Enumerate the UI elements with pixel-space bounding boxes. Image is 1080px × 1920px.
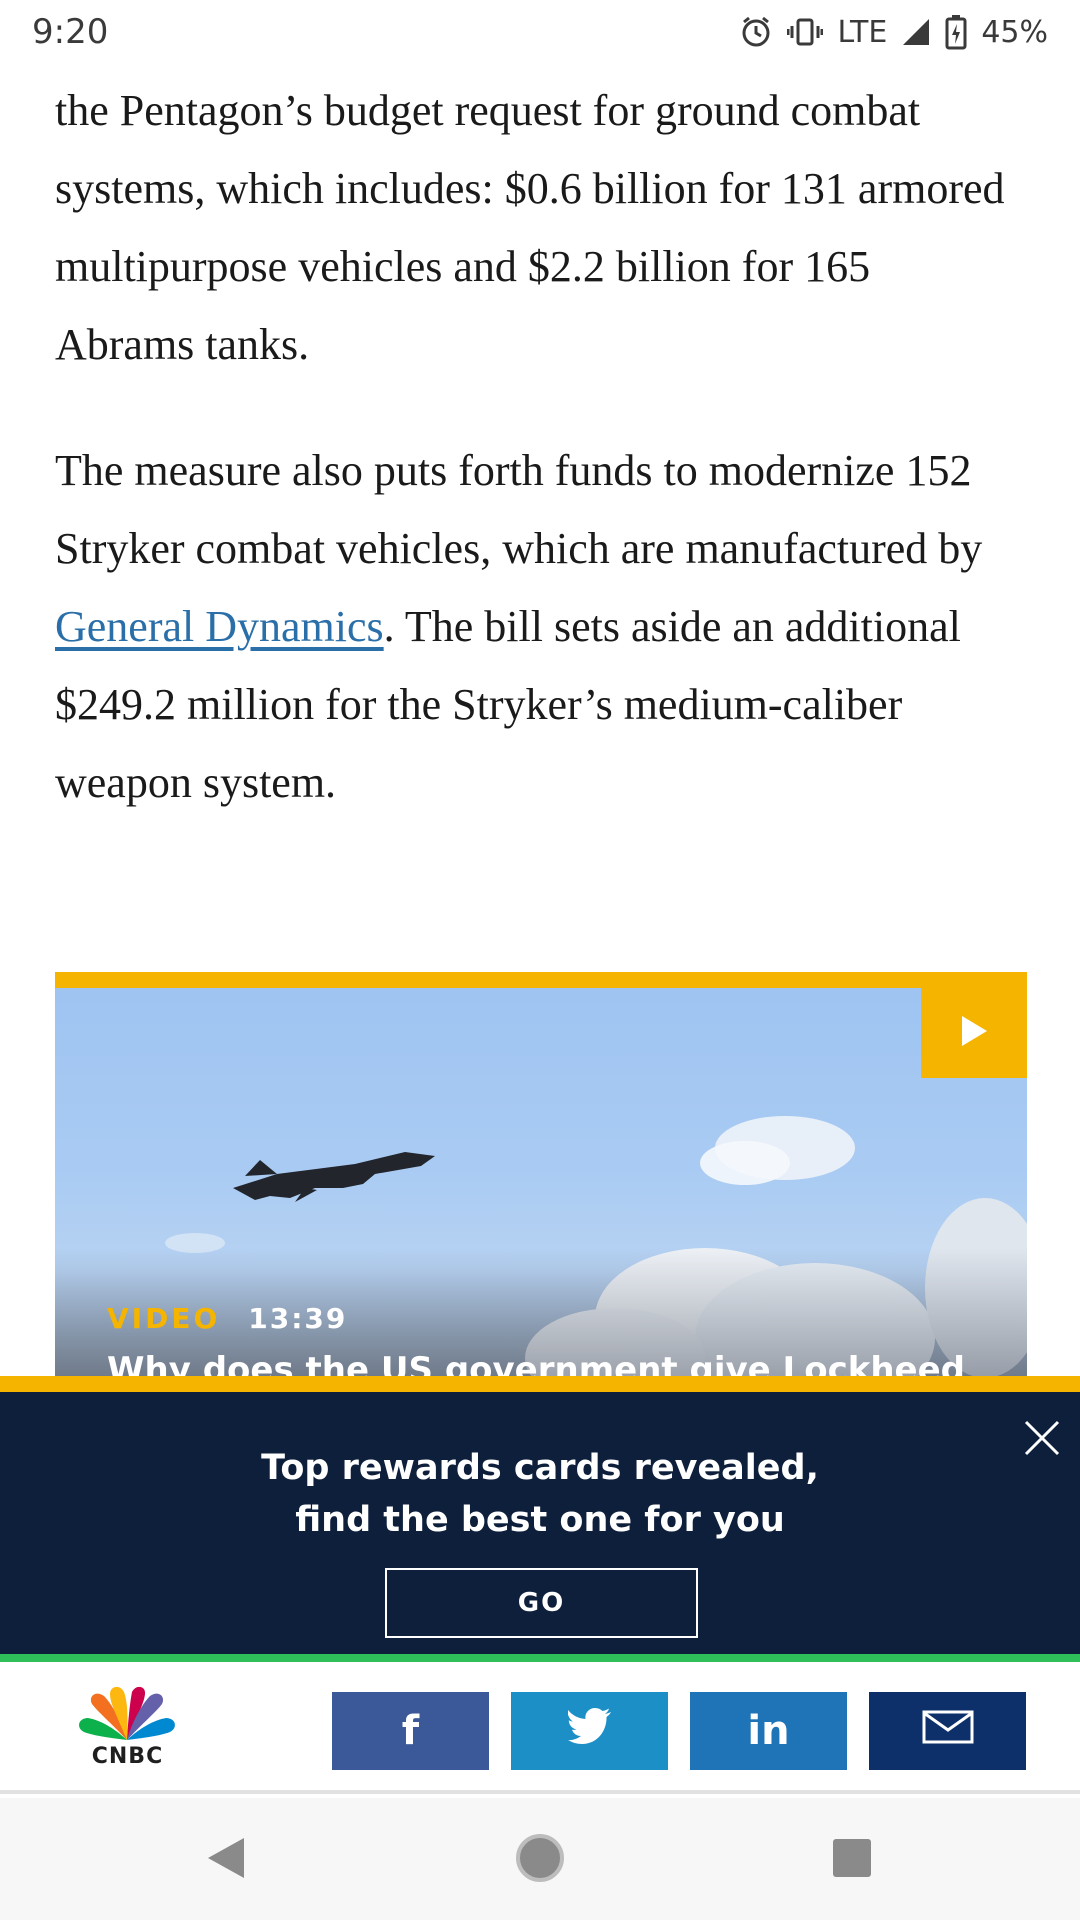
status-bar: 9:20 LTE 45% — [0, 0, 1080, 62]
ad-headline-line: Top rewards cards revealed, — [261, 1448, 819, 1488]
video-duration: 13:39 — [248, 1302, 348, 1335]
peacock-icon — [79, 1686, 175, 1740]
video-card[interactable]: VIDEO 13:39 Why does the US government g… — [55, 972, 1027, 1392]
back-icon[interactable] — [196, 1828, 256, 1888]
share-bar: CNBC f in — [0, 1662, 1080, 1794]
battery-level: 45% — [981, 14, 1048, 50]
share-twitter-button[interactable] — [511, 1692, 668, 1770]
vibrate-icon — [787, 17, 824, 47]
ad-banner: Top rewards cards revealed, find the bes… — [0, 1376, 1080, 1662]
network-label: LTE — [837, 14, 888, 50]
cnbc-logo-text: CNBC — [91, 1744, 164, 1769]
general-dynamics-link[interactable]: General Dynamics — [55, 602, 384, 651]
play-icon — [959, 1014, 989, 1053]
jet-silhouette — [233, 1152, 435, 1202]
ad-go-button[interactable]: GO — [385, 1568, 698, 1638]
ad-headline: Top rewards cards revealed, find the bes… — [0, 1442, 1080, 1546]
cnbc-logo[interactable]: CNBC — [70, 1682, 185, 1772]
video-play-button[interactable] — [921, 988, 1027, 1078]
status-time: 9:20 — [32, 12, 109, 52]
twitter-icon — [567, 1708, 612, 1754]
share-linkedin-button[interactable]: in — [690, 1692, 847, 1770]
linkedin-icon: in — [747, 1708, 790, 1754]
recents-icon[interactable] — [822, 1828, 882, 1888]
signal-icon — [901, 17, 931, 47]
status-icons: LTE 45% — [739, 10, 1048, 54]
alarm-icon — [739, 15, 773, 49]
article-paragraph: The measure also puts forth funds to mod… — [55, 432, 1005, 822]
email-icon — [922, 1708, 974, 1754]
share-facebook-button[interactable]: f — [332, 1692, 489, 1770]
share-email-button[interactable] — [869, 1692, 1026, 1770]
facebook-icon: f — [401, 1708, 420, 1754]
close-icon[interactable] — [1022, 1418, 1062, 1458]
article-paragraph: the Pentagon’s budget request for ground… — [55, 86, 1005, 369]
video-label: VIDEO — [107, 1302, 221, 1335]
battery-charging-icon — [945, 14, 967, 50]
article-body: the Pentagon’s budget request for ground… — [55, 72, 1005, 870]
system-nav-bar — [0, 1798, 1080, 1920]
video-meta: VIDEO 13:39 — [107, 1302, 347, 1335]
home-icon[interactable] — [510, 1828, 570, 1888]
paragraph-text: The measure also puts forth funds to mod… — [55, 446, 983, 573]
ad-headline-line: find the best one for you — [295, 1500, 785, 1540]
